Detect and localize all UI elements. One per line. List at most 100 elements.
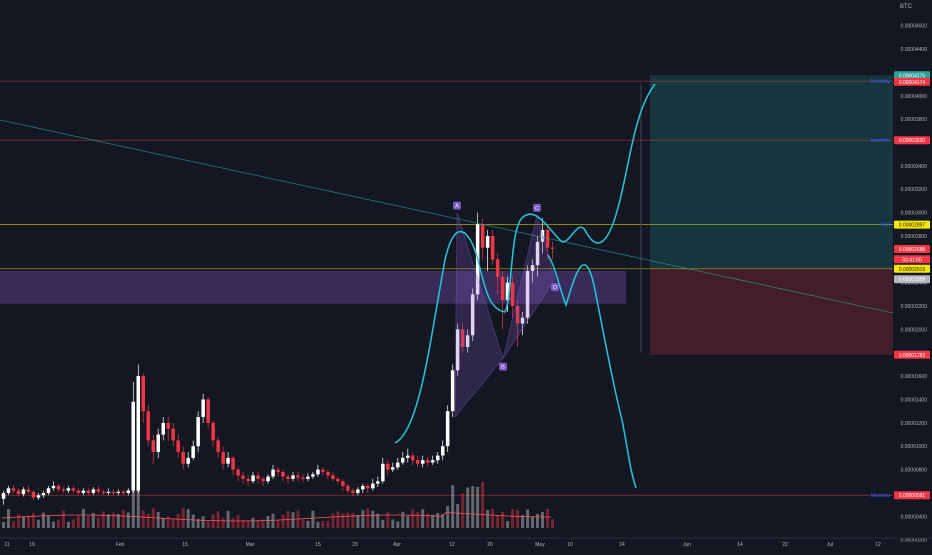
volume-bar: [156, 511, 160, 528]
volume-bar: [416, 511, 420, 528]
volume-bar: [36, 519, 40, 528]
candle-body: [246, 478, 250, 482]
volume-bar: [86, 515, 90, 528]
volume-bar: [231, 518, 235, 528]
y-tick-label: 0.00004400: [901, 47, 928, 53]
volume-bar: [191, 514, 195, 528]
volume-bar: [176, 513, 180, 528]
volume-bar: [166, 516, 170, 528]
candle-body: [276, 469, 280, 472]
volume-bar: [496, 514, 500, 528]
target-zone: [650, 75, 893, 269]
volume-bar: [346, 512, 350, 528]
volume-bar: [361, 510, 365, 528]
candle-body: [401, 457, 405, 463]
x-tick-label: May: [535, 542, 545, 548]
x-tick-label: 23: [352, 542, 358, 548]
pattern-point-label: B: [501, 365, 505, 371]
candle-body: [356, 489, 360, 493]
candle-body: [181, 452, 185, 464]
candle-body: [141, 376, 145, 412]
volume-bar: [551, 519, 554, 528]
candle-body: [495, 259, 500, 277]
candle-body: [6, 488, 11, 493]
volume-bar: [46, 515, 50, 528]
pattern-point-label: D: [553, 285, 557, 291]
candle-body: [161, 422, 165, 435]
volume-bar: [341, 513, 345, 528]
volume-bar: [491, 508, 495, 528]
volume-bar: [466, 487, 470, 528]
volume-bar: [316, 521, 320, 528]
price-badge-text: 0.00001783: [899, 353, 926, 359]
volume-bar: [406, 516, 410, 528]
volume-bar: [71, 519, 75, 528]
candle-body: [306, 476, 310, 479]
candle-body: [96, 489, 101, 492]
volume-bar: [351, 513, 355, 528]
candle-body: [136, 376, 140, 491]
trading-chart[interactable]: A B C D Monthly Monthly R10 Monthly 0.00004600 0…: [0, 0, 932, 550]
volume-bar: [56, 519, 60, 528]
candle-body: [301, 477, 305, 479]
candle-body: [21, 489, 26, 495]
candle-body: [450, 370, 455, 412]
candle-body: [386, 463, 390, 470]
volume-bar: [541, 512, 544, 528]
volume-bar: [281, 514, 285, 528]
volume-bar: [356, 515, 360, 528]
volume-bar: [181, 508, 185, 528]
y-tick-label: 0.00002000: [901, 327, 928, 333]
candle-body: [1, 493, 6, 499]
volume-bar: [376, 513, 380, 528]
x-tick-label: Feb: [116, 542, 125, 548]
volume-bar: [226, 510, 230, 528]
candle-body: [271, 469, 275, 477]
price-badge-text: 0.00003620: [899, 138, 926, 144]
x-tick-label: Apr: [393, 542, 401, 548]
candle-body: [51, 485, 56, 489]
candle-body: [156, 434, 160, 452]
volume-bar: [106, 514, 110, 528]
volume-bar: [366, 508, 370, 528]
level-label: Monthly: [871, 79, 891, 85]
volume-bar: [396, 521, 400, 528]
candle-body: [116, 491, 120, 493]
volume-bar: [111, 512, 115, 528]
candle-body: [421, 460, 425, 464]
volume-bar: [516, 510, 520, 528]
candle-body: [56, 485, 61, 490]
y-tick-label: 0.00002200: [901, 304, 928, 310]
candle-body: [206, 399, 210, 423]
volume-bar: [271, 513, 275, 528]
candle-body: [366, 485, 370, 489]
y-tick-label: 0.00001400: [901, 398, 928, 404]
level-label: Monthly: [871, 138, 891, 144]
volume-bar: [96, 517, 100, 528]
volume-bar: [471, 486, 475, 528]
candle-body: [241, 475, 245, 479]
candle-body: [236, 469, 240, 476]
x-tick-label: Jun: [683, 542, 691, 548]
candle-body: [91, 489, 96, 493]
volume-bar: [526, 509, 530, 528]
x-tick-label: 19: [29, 542, 35, 548]
candle-body: [321, 469, 325, 472]
candle-body: [441, 446, 445, 456]
x-tick-label: Mar: [246, 542, 255, 548]
candle-body: [131, 401, 135, 491]
y-tick-label: 0.00003000: [901, 211, 928, 217]
volume-bar: [146, 513, 150, 528]
volume-bar: [2, 522, 5, 528]
candle-body: [66, 488, 71, 491]
x-tick-label: 14: [737, 542, 743, 548]
volume-bar: [22, 516, 25, 528]
volume-bar: [211, 514, 215, 528]
candle-body: [266, 476, 270, 482]
candle-body: [281, 471, 285, 477]
candle-body: [426, 460, 430, 463]
candle-body: [346, 485, 350, 491]
chart-canvas[interactable]: A B C D Monthly Monthly R10 Monthly 0.00004600 0…: [0, 0, 932, 550]
price-badge-text: 0.00002508: [899, 277, 926, 283]
volume-bar: [61, 510, 65, 528]
